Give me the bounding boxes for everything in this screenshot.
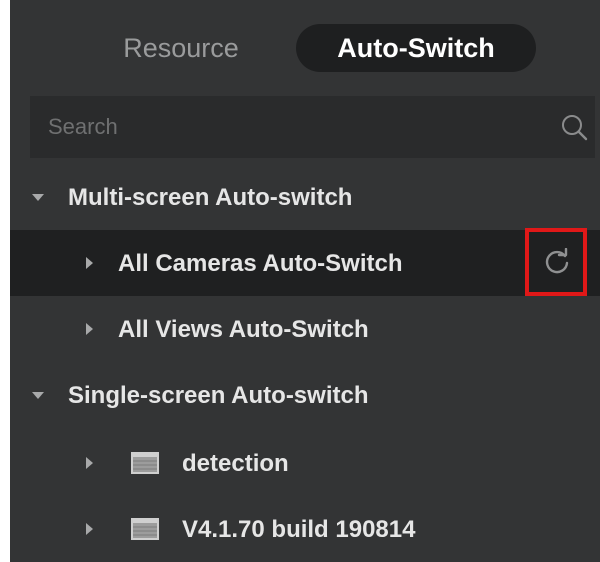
caret-down-icon[interactable]: [32, 194, 44, 201]
tree-item-detection[interactable]: detection: [10, 430, 600, 496]
tab-resource[interactable]: Resource: [96, 24, 266, 72]
caret-right-icon[interactable]: [86, 457, 93, 469]
caret-down-icon[interactable]: [32, 392, 44, 399]
caret-right-icon[interactable]: [86, 323, 93, 335]
auto-switch-panel: Resource Auto-Switch Search Multi-screen…: [10, 0, 600, 562]
tree-group-label: Multi-screen Auto-switch: [68, 184, 353, 211]
tree-item-label: All Cameras Auto-Switch: [118, 250, 403, 277]
search-icon[interactable]: [559, 112, 589, 142]
tree-group-single-screen[interactable]: Single-screen Auto-switch: [10, 362, 600, 428]
tab-auto-switch[interactable]: Auto-Switch: [296, 24, 536, 72]
caret-right-icon[interactable]: [86, 523, 93, 535]
folder-icon: [131, 518, 159, 540]
tree-group-label: Single-screen Auto-switch: [68, 382, 369, 409]
tab-bar: Resource Auto-Switch: [10, 20, 600, 76]
tree-group-multi-screen[interactable]: Multi-screen Auto-switch: [10, 164, 600, 230]
tree-item-label: detection: [182, 450, 289, 477]
refresh-icon[interactable]: [543, 248, 571, 276]
search-placeholder: Search: [48, 114, 118, 139]
tree-item-label: All Views Auto-Switch: [118, 316, 369, 343]
refresh-button[interactable]: [525, 228, 587, 296]
folder-icon: [131, 452, 159, 474]
caret-right-icon[interactable]: [86, 257, 93, 269]
tree-item-v4-build[interactable]: V4.1.70 build 190814: [10, 496, 600, 562]
tree-item-label: V4.1.70 build 190814: [182, 516, 416, 543]
search-input[interactable]: Search: [30, 96, 595, 158]
tree-item-all-cameras[interactable]: All Cameras Auto-Switch: [10, 230, 600, 296]
tree-item-all-views[interactable]: All Views Auto-Switch: [10, 296, 600, 362]
